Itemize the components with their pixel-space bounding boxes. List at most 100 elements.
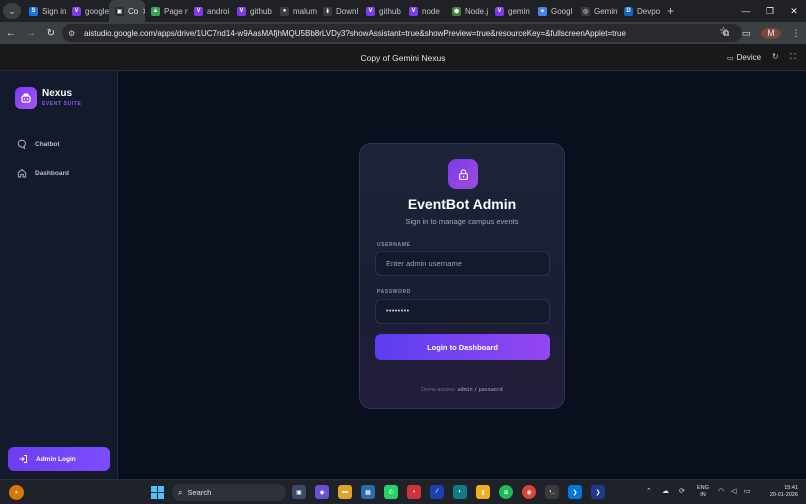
maximize-icon[interactable]: ❐ [758, 0, 782, 22]
login-card: EventBot Admin Sign in to manage campus … [359, 143, 565, 409]
login-subtitle: Sign in to manage campus events [405, 217, 519, 226]
tab-favicon-icon: V [194, 6, 203, 16]
profile-avatar[interactable]: M [761, 27, 781, 39]
minimize-icon[interactable]: — [734, 0, 758, 22]
extensions-icon[interactable]: ⧉ [716, 28, 736, 39]
file-explorer-icon[interactable]: ▬ [338, 485, 352, 499]
whatsapp-icon[interactable]: ✆ [384, 485, 398, 499]
browser-tab[interactable]: D Devpo [618, 0, 661, 22]
browser-tab[interactable]: Vnode [403, 0, 446, 22]
browser-tab[interactable]: ⬇ Downl [317, 0, 360, 22]
username-input[interactable] [375, 251, 550, 276]
tab-label: Downl [336, 6, 359, 16]
admin-login-button[interactable]: Admin Login [8, 447, 110, 471]
browser-tab[interactable]: ✦ Googl [532, 0, 575, 22]
taskbar: ☀ ⌕ Search ▣ ◆ ▬ ▦ ✆ ◗ ⁄ ◐ ▮ ≋ ◉ ›_ ❯ ❯ … [0, 479, 806, 504]
battery-icon[interactable]: ▭ [744, 487, 751, 495]
taskbar-search-label: Search [187, 488, 212, 497]
sidebar-item-dashboard[interactable]: Dashboard [17, 168, 69, 178]
forward-icon[interactable]: → [22, 24, 40, 42]
browser-tab[interactable]: Vgithub [231, 0, 274, 22]
device-button[interactable]: ▭ Device [727, 53, 761, 62]
powershell-icon[interactable]: ❯ [591, 485, 605, 499]
login-to-dashboard-button[interactable]: Login to Dashboard [375, 334, 550, 360]
store-icon[interactable]: ▦ [361, 485, 375, 499]
back-icon[interactable]: ← [2, 24, 20, 42]
refresh-icon[interactable]: ↻ [772, 52, 779, 61]
antivirus-icon[interactable]: ◗ [407, 485, 421, 499]
new-tab-button[interactable]: + [667, 4, 674, 18]
tab-favicon-icon: ▲ [151, 6, 160, 16]
tab-label: github [379, 6, 401, 16]
tab-favicon-icon: ⬇ [323, 6, 332, 16]
tab-favicon-icon: V [237, 6, 246, 16]
brand-name: Nexus [42, 88, 73, 99]
terminal-icon[interactable]: ›_ [545, 485, 559, 499]
close-window-icon[interactable]: ✕ [782, 0, 806, 22]
tab-list: SSign inVgoogle▣Co✕▲Page nVandroiVgithub… [23, 0, 661, 22]
chrome-icon[interactable]: ◉ [522, 485, 536, 499]
vscode-icon[interactable]: ❯ [568, 485, 582, 499]
toolbar-right: ⧉ ▭ M ⋮ [716, 22, 806, 44]
tab-favicon-icon: V [366, 6, 375, 16]
sync-icon[interactable]: ⟳ [679, 487, 685, 495]
app-header: Copy of Gemini Nexus ▭ Device ↻ ⛶ [0, 44, 806, 71]
tab-label: Node.j [465, 6, 489, 16]
url-text: aistudio.google.com/apps/drive/1UC7nd14-… [84, 28, 626, 38]
wifi-icon[interactable]: ◠ [718, 487, 724, 495]
edge-icon[interactable]: ◐ [453, 485, 467, 499]
windows-start-icon[interactable] [151, 486, 164, 499]
sidebar-item-chatbot[interactable]: Chatbot [17, 139, 60, 149]
editor-icon[interactable]: ⁄ [430, 485, 444, 499]
tab-favicon-icon: V [495, 6, 504, 16]
browser-tab[interactable]: Vgithub [360, 0, 403, 22]
menu-icon[interactable]: ⋮ [786, 28, 806, 39]
clock[interactable]: 15:41 20-01-2026 [762, 485, 798, 499]
site-info-icon[interactable]: ⚙ [68, 29, 82, 38]
address-bar[interactable]: ⚙ aistudio.google.com/apps/drive/1UC7nd1… [62, 24, 742, 42]
brand-subtitle: EVENT SUITE [42, 101, 82, 107]
taskbar-search[interactable]: ⌕ Search [172, 484, 286, 501]
browser-tab[interactable]: ▲ Page n [145, 0, 188, 22]
browser-tab[interactable]: ◎ Gemin [575, 0, 618, 22]
tab-label: Devpo [637, 6, 661, 16]
copilot-icon[interactable]: ◆ [315, 485, 329, 499]
tab-label: node [422, 6, 440, 16]
weather-widget-icon[interactable]: ☀ [9, 485, 24, 500]
browser-tab[interactable]: ● malum [274, 0, 317, 22]
language-indicator[interactable]: ENG IN [697, 485, 709, 499]
browser-tab[interactable]: ▣Co✕ [109, 0, 145, 22]
device-icon: ▭ [727, 54, 734, 62]
tab-strip: ⌄ SSign inVgoogle▣Co✕▲Page nVandroiVgith… [0, 0, 806, 22]
tab-favicon-icon: V [72, 6, 81, 16]
spotify-icon[interactable]: ≋ [499, 485, 513, 499]
reload-icon[interactable]: ↻ [42, 24, 60, 42]
tab-label: google [85, 6, 109, 16]
sidebar-item-label: Dashboard [35, 169, 69, 177]
browser-tab[interactable]: S Sign in [23, 0, 66, 22]
tab-favicon-icon: ▣ [115, 6, 124, 16]
volume-icon[interactable]: ◁ [731, 487, 736, 495]
tab-favicon-icon: ● [280, 6, 289, 16]
split-icon[interactable]: ▭ [736, 28, 756, 39]
notes-icon[interactable]: ▮ [476, 485, 490, 499]
tab-favicon-icon: ◎ [581, 6, 590, 16]
fullscreen-icon[interactable]: ⛶ [790, 52, 796, 62]
task-view-icon[interactable]: ▣ [292, 485, 306, 499]
tab-label: androi [207, 6, 230, 16]
search-icon: ⌕ [178, 487, 183, 497]
tray-chevron-icon[interactable]: ⌃ [646, 487, 652, 495]
browser-tab[interactable]: Vgoogle [66, 0, 109, 22]
onedrive-icon[interactable]: ☁ [662, 487, 669, 495]
tab-label: github [250, 6, 272, 16]
app-title: Copy of Gemini Nexus [360, 53, 446, 63]
browser-tab[interactable]: Vandroi [188, 0, 231, 22]
browser-tab[interactable]: Vgemin [489, 0, 532, 22]
tab-search-icon[interactable]: ⌄ [3, 3, 21, 19]
brand-logo-icon [15, 87, 37, 109]
language-region: IN [700, 492, 706, 498]
clock-time: 15:41 [784, 485, 798, 491]
password-input[interactable] [375, 299, 550, 324]
demo-separator: / [474, 387, 478, 393]
browser-tab[interactable]: ⬢ Node.j [446, 0, 489, 22]
